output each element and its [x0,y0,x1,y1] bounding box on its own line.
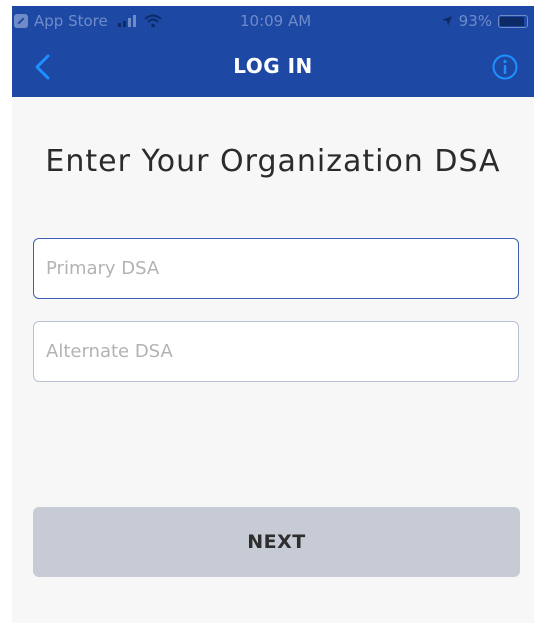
status-bar-left: App Store [14,12,162,30]
app-header: App Store 10:09 AM 93% LOG IN [12,6,534,97]
location-arrow-icon [441,16,452,26]
battery-icon [498,14,528,28]
app-screen: App Store 10:09 AM 93% LOG IN Enter Your… [12,6,534,623]
status-time: 10:09 AM [240,12,312,30]
next-button[interactable]: NEXT [33,507,520,577]
app-store-icon [14,14,28,28]
info-icon[interactable] [492,54,518,80]
wifi-icon [144,14,162,28]
back-to-app-label[interactable]: App Store [34,12,108,30]
form-heading: Enter Your Organization DSA [45,144,501,179]
status-bar: App Store 10:09 AM 93% [12,6,534,36]
status-bar-right: 93% [441,12,528,30]
nav-bar: LOG IN [12,36,534,97]
page-title: LOG IN [233,54,313,78]
battery-fill [500,16,525,26]
primary-dsa-input[interactable] [33,238,519,299]
battery-percent: 93% [458,12,492,30]
alternate-dsa-input[interactable] [33,321,519,382]
cellular-signal-icon [117,15,136,27]
